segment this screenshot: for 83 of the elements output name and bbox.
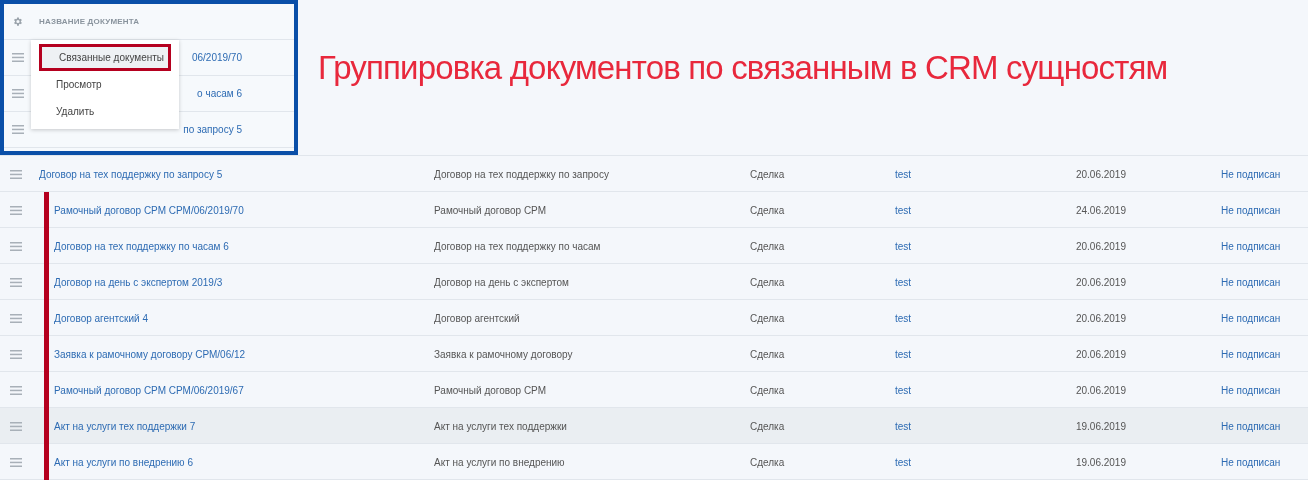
table-cell-text: 20.06.2019	[1074, 239, 1126, 254]
author-link[interactable]: test	[886, 418, 1016, 434]
document-link[interactable]: по запросу 5	[183, 122, 242, 137]
author-link[interactable]: test	[886, 274, 1016, 290]
table-cell-text: Сделка	[749, 311, 786, 326]
table-cell-text: Сделка	[749, 347, 786, 362]
settings-icon[interactable]	[12, 16, 23, 27]
author-link[interactable]: test	[886, 166, 1016, 182]
drag-handle-icon[interactable]	[10, 169, 22, 179]
drag-handle-icon[interactable]	[10, 457, 22, 467]
drag-handle-icon[interactable]	[10, 277, 22, 287]
table-cell-text: 19.06.2019	[1074, 419, 1126, 434]
drag-handle-icon[interactable]	[10, 313, 22, 323]
table-cell-text: 20.06.2019	[1074, 383, 1126, 398]
table-cell-text: Сделка	[749, 203, 786, 218]
drag-handle-icon[interactable]	[10, 205, 22, 215]
author-link[interactable]: test	[886, 310, 1016, 326]
table-row[interactable]: Договор на день с экспертом 2019/3 Договор на день с экспертом Сделка test 20.06.2019 Не подписан	[0, 264, 1308, 300]
table-cell-text: 19.06.2019	[1074, 455, 1126, 470]
document-link[interactable]: Акт на услуги тех поддержки 7	[49, 418, 196, 434]
document-link[interactable]: Рамочный договор СРМ СРМ/06/2019/70	[49, 202, 244, 218]
author-link[interactable]: test	[886, 346, 1016, 362]
table-row[interactable]: Рамочный договор СРМ СРМ/06/2019/70 Рамочный договор СРМ Сделка test 24.06.2019 Не подписан	[0, 192, 1308, 228]
table-row[interactable]: Договор на тех поддержку по часам 6 Договор на тех поддержку по часам Сделка test 20.06.2019 Не подписан	[0, 228, 1308, 264]
status-link[interactable]: Не подписан	[1126, 418, 1308, 434]
author-link[interactable]: test	[886, 202, 1016, 218]
author-link[interactable]: test	[886, 454, 1016, 470]
table-cell-text: 20.06.2019	[1074, 275, 1126, 290]
table-cell-text: Акт на услуги тех поддержки	[433, 419, 568, 434]
table-cell-text: Заявка к рамочному договору	[433, 347, 574, 362]
table-row[interactable]: Договор на тех поддержку по запросу 5 Договор на тех поддержку по запросу Сделка test 20.06.2019 Не подписан	[0, 156, 1308, 192]
document-link[interactable]: 06/2019/70	[191, 50, 242, 65]
status-link[interactable]: Не подписан	[1126, 310, 1308, 326]
drag-handle-icon[interactable]	[11, 125, 24, 134]
status-link[interactable]: Не подписан	[1126, 166, 1308, 182]
status-link[interactable]: Не подписан	[1126, 274, 1308, 290]
table-cell-text: 20.06.2019	[1074, 311, 1126, 326]
table-cell-text: Акт на услуги по внедрению	[433, 455, 566, 470]
author-link[interactable]: test	[886, 238, 1016, 254]
status-link[interactable]: Не подписан	[1126, 202, 1308, 218]
table-cell-text: Сделка	[749, 419, 786, 434]
status-link[interactable]: Не подписан	[1126, 454, 1308, 470]
menu-item[interactable]: Удалить	[39, 98, 171, 125]
table-row[interactable]: Акт на услуги по внедрению 6 Акт на услуги по внедрению Сделка test 19.06.2019 Не подписан	[0, 444, 1308, 480]
menu-item[interactable]: Просмотр	[39, 71, 171, 98]
drag-handle-icon[interactable]	[10, 349, 22, 359]
author-link[interactable]: test	[886, 382, 1016, 398]
status-link[interactable]: Не подписан	[1126, 382, 1308, 398]
table-cell-text: Сделка	[749, 239, 786, 254]
table-cell-text: Сделка	[749, 455, 786, 470]
table-cell-text: Рамочный договор СРМ	[433, 203, 547, 218]
table-row[interactable]: Договор агентский 4 Договор агентский Сделка test 20.06.2019 Не подписан	[0, 300, 1308, 336]
drag-handle-icon[interactable]	[10, 421, 22, 431]
document-link[interactable]: Рамочный договор СРМ СРМ/06/2019/67	[49, 382, 244, 398]
column-header[interactable]: НАЗВАНИЕ ДОКУМЕНТА	[31, 15, 140, 28]
status-link[interactable]: Не подписан	[1126, 346, 1308, 362]
table-cell-text: 20.06.2019	[1074, 347, 1126, 362]
drag-handle-icon[interactable]	[10, 241, 22, 251]
annotation-title: Группировка документов по связанным в CRM сущностям	[318, 47, 1168, 88]
table-cell-text: Договор на день с экспертом	[433, 275, 570, 290]
document-link[interactable]: Договор на тех поддержку по часам 6	[49, 238, 229, 254]
table-cell-text: 24.06.2019	[1074, 203, 1126, 218]
table-cell-text: Сделка	[749, 167, 786, 182]
table-cell-text: Договор на тех поддержку по часам	[433, 239, 602, 254]
table-cell-text: Договор на тех поддержку по запросу	[433, 167, 610, 182]
table-cell-text: Сделка	[749, 275, 786, 290]
document-link[interactable]: Акт на услуги по внедрению 6	[49, 454, 193, 470]
document-link[interactable]: Заявка к рамочному договору СРМ/06/12	[49, 346, 246, 362]
table-row[interactable]: Заявка к рамочному договору СРМ/06/12 Заявка к рамочному договору Сделка test 20.06.2019 Не подписан	[0, 336, 1308, 372]
drag-handle-icon[interactable]	[11, 53, 24, 62]
document-link[interactable]: Договор на день с экспертом 2019/3	[49, 274, 223, 290]
table-cell-text: 20.06.2019	[1074, 167, 1126, 182]
document-link[interactable]: Договор на тех поддержку по запросу 5	[30, 166, 223, 182]
table-row[interactable]: Акт на услуги тех поддержки 7 Акт на услуги тех поддержки Сделка test 19.06.2019 Не подписан	[0, 408, 1308, 444]
status-link[interactable]: Не подписан	[1126, 238, 1308, 254]
document-link[interactable]: Договор агентский 4	[49, 310, 148, 326]
table-cell-text: Договор агентский	[433, 311, 521, 326]
drag-handle-icon[interactable]	[11, 89, 24, 98]
table-cell-text: Рамочный договор СРМ	[433, 383, 547, 398]
table-cell-text: Сделка	[749, 383, 786, 398]
drag-handle-icon[interactable]	[10, 385, 22, 395]
document-link[interactable]: о часам 6	[197, 86, 242, 101]
menu-item[interactable]: Связанные документы	[39, 44, 171, 71]
